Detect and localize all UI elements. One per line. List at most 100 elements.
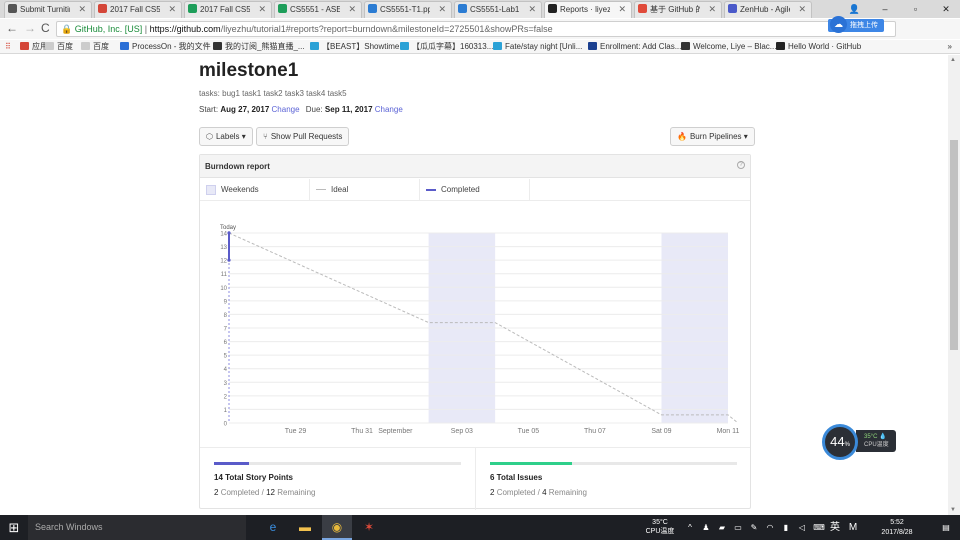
display-icon[interactable]: ▭ [732, 515, 744, 540]
forward-icon[interactable]: → [24, 21, 36, 35]
bookmark-icon [588, 42, 597, 50]
cpu-usage-unit: % [844, 442, 850, 448]
legend-completed[interactable]: Completed [420, 179, 530, 201]
change-due-link[interactable]: Change [375, 105, 403, 114]
browser-tab[interactable]: 2017 Fall CS55... ✕ [184, 1, 272, 18]
browser-tab[interactable]: 2017 Fall CS55... ✕ [94, 1, 182, 18]
bookmark-item[interactable]: 百度 [45, 40, 73, 53]
due-date: Sep 11, 2017 [324, 105, 373, 114]
remaining-label: Remaining [548, 488, 588, 497]
maximize-button[interactable]: ▫ [901, 0, 929, 18]
minimize-button[interactable]: – [871, 0, 899, 18]
user-icon[interactable]: 👤 [840, 0, 868, 18]
separator: / [261, 488, 264, 497]
close-tab-icon[interactable]: ✕ [258, 2, 266, 17]
close-tab-icon[interactable]: ✕ [618, 2, 626, 17]
browser-tab[interactable]: Submit Turnitin ✕ [4, 1, 92, 18]
tray-cpu-temp[interactable]: 35°C CPU温度 [640, 518, 680, 536]
legend-weekends[interactable]: Weekends [200, 179, 310, 201]
site-org: GitHub, Inc. [US] [74, 24, 143, 34]
help-icon[interactable]: ? [737, 161, 745, 169]
wifi-icon[interactable]: ◠ [764, 515, 776, 540]
y-tick-label: 10 [220, 286, 227, 292]
drop-icon: 💧 [879, 434, 887, 440]
ime-language[interactable]: 英 [828, 515, 842, 540]
legend-ideal[interactable]: Ideal [310, 179, 420, 201]
browser-tab[interactable]: 基于 GitHub 的... ✕ [634, 1, 722, 18]
cpu-monitor-widget[interactable]: 35°C 💧 CPU温度 44% [822, 424, 896, 460]
scroll-thumb[interactable] [950, 140, 958, 350]
windows-start-icon[interactable]: ⊞ [0, 515, 28, 540]
close-tab-icon[interactable]: ✕ [708, 2, 716, 17]
flame-icon: 🔥 [677, 132, 687, 141]
apps-grid-icon[interactable]: ⠿ [5, 40, 11, 53]
chevron-up-icon[interactable]: ^ [684, 515, 696, 540]
close-tab-icon[interactable]: ✕ [348, 2, 356, 17]
edge-taskbar-icon[interactable]: e [258, 515, 288, 540]
page-scrollbar[interactable]: ▲ ▼ [948, 55, 960, 515]
explorer-taskbar-icon[interactable]: ▬ [290, 515, 320, 540]
bookmark-item[interactable]: 【瓜瓜字幕】160313... [400, 40, 493, 53]
bookmark-item[interactable]: Welcome, Liye – Blac... [681, 40, 776, 53]
bookmark-label: 百度 [93, 42, 109, 51]
chrome-taskbar-icon[interactable]: ◉ [322, 515, 352, 540]
notifications-icon[interactable]: ▤ [936, 515, 956, 540]
bookmark-item[interactable]: 百度 [81, 40, 109, 53]
bookmark-icon [81, 42, 90, 50]
show-pull-requests-button[interactable]: ⑂ Show Pull Requests [256, 127, 350, 146]
close-tab-icon[interactable]: ✕ [438, 2, 446, 17]
close-window-button[interactable]: ✕ [932, 0, 960, 18]
volume-icon[interactable]: ◁ [796, 515, 808, 540]
more-bookmarks-icon[interactable]: » [948, 40, 952, 53]
browser-tab[interactable]: ZenHub - Agile... ✕ [724, 1, 812, 18]
labels-button[interactable]: ⬡ Labels ▾ [199, 127, 253, 146]
browser-tab[interactable]: CS5551-Lab1.d... ✕ [454, 1, 542, 18]
keyboard-icon[interactable]: ⌨ [812, 515, 826, 540]
upload-button[interactable]: ☁ 拖拽上传 [828, 16, 884, 33]
people-icon[interactable]: ♟ [700, 515, 712, 540]
cpu-usage-ring: 44% [822, 424, 858, 460]
bookmark-item[interactable]: ProcessOn - 我的文件 [120, 40, 211, 53]
scroll-up-icon[interactable]: ▲ [950, 57, 956, 63]
x-tick-label: September [378, 428, 413, 435]
bookmark-icon [493, 42, 502, 50]
bookmark-item[interactable]: Fate/stay night [Unli... [493, 40, 582, 53]
completed-label: Completed [220, 488, 260, 497]
bookmark-item[interactable]: Hello World · GitHub [776, 40, 861, 53]
bookmark-item[interactable]: 应用 [20, 40, 48, 53]
close-tab-icon[interactable]: ✕ [528, 2, 536, 17]
reload-icon[interactable]: C [41, 21, 50, 35]
browser-tab[interactable]: CS5551-T1.ppt ✕ [364, 1, 452, 18]
bookmark-item[interactable]: 我的订阅_熊猫直播_... [213, 40, 305, 53]
bookmark-item[interactable]: 【BEAST】Showtime [310, 40, 399, 53]
browser-tab[interactable]: CS5551 - ASE 2... ✕ [274, 1, 362, 18]
close-tab-icon[interactable]: ✕ [168, 2, 176, 17]
close-tab-icon[interactable]: ✕ [798, 2, 806, 17]
address-bar[interactable]: 🔒 GitHub, Inc. [US] | https://github.com… [56, 21, 896, 37]
browser-tab[interactable]: Reports · liyezh... ✕ [544, 1, 632, 18]
progress-fill [490, 462, 573, 465]
y-tick-label: 0 [224, 422, 228, 428]
page-title: milestone1 [199, 60, 299, 81]
scroll-down-icon[interactable]: ▼ [950, 507, 956, 513]
burn-pipelines-button[interactable]: 🔥 Burn Pipelines ▾ [670, 127, 755, 146]
bookmark-label: 【瓜瓜字幕】160313... [412, 42, 494, 51]
back-icon[interactable]: ← [6, 21, 18, 35]
battery-icon[interactable]: ▮ [780, 515, 792, 540]
taskbar-clock[interactable]: 5:52 2017/8/28 [872, 518, 922, 538]
close-tab-icon[interactable]: ✕ [78, 2, 86, 17]
pen-icon[interactable]: ✎ [748, 515, 760, 540]
chat-icon[interactable]: ▰ [716, 515, 728, 540]
bookmark-label: Enrollment: Add Clas... [600, 42, 682, 51]
taskbar-search-input[interactable]: Search Windows [28, 515, 246, 540]
today-label: Today [220, 225, 236, 231]
change-start-link[interactable]: Change [272, 105, 300, 114]
burndown-chart: 01234567891011121314Tue 29 Thu 31 Septembe… [220, 225, 740, 435]
paint-taskbar-icon[interactable]: ✶ [354, 515, 384, 540]
remaining-count: 4 [542, 488, 547, 497]
ime-mode[interactable]: M [846, 515, 860, 540]
issues-progress [490, 462, 737, 465]
bookmark-item[interactable]: Enrollment: Add Clas... [588, 40, 681, 53]
report-title: Burndown report [205, 162, 270, 171]
milestone-dates: Start: Aug 27, 2017 Change Due: Sep 11, … [199, 105, 407, 114]
